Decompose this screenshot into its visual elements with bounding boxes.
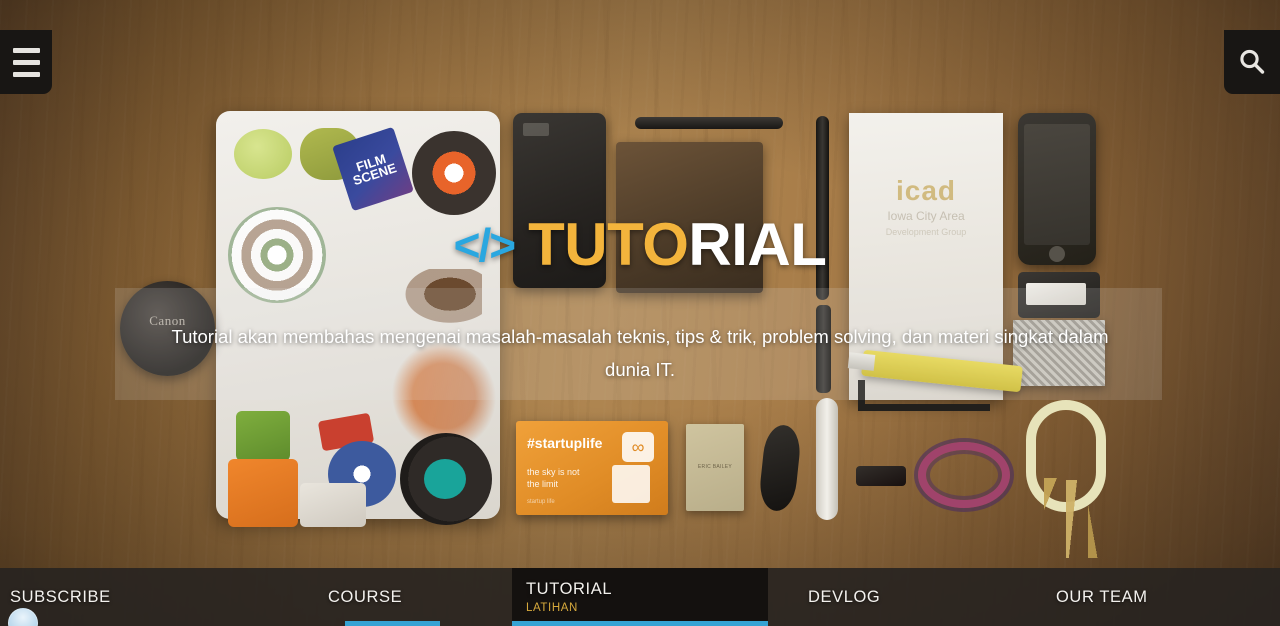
nav-item-tutorial-active-underline: [512, 621, 768, 626]
nav-item-course[interactable]: COURSE: [260, 568, 512, 626]
hero-title-white: RIAL: [688, 211, 827, 278]
hero-title: </> TUTORIAL: [0, 215, 1280, 275]
photo-sticker-gear: [412, 131, 496, 215]
photo-startup-card-logo: [622, 432, 654, 462]
photo-mini-notebook: ERIC BAILEY: [686, 424, 744, 511]
photo-sticker-teal-circle: [400, 433, 492, 525]
hamburger-menu-icon-bar-1: [12, 47, 40, 53]
page-root: FILM SCENE Canon icad Iowa City Area Dev…: [0, 0, 1280, 626]
photo-usb-drive: [856, 466, 906, 486]
hero-description: Tutorial akan membahas mengenai masalah-…: [171, 326, 1109, 380]
photo-sticker-white-card: [300, 483, 366, 527]
nav-item-course-underline: [345, 621, 440, 626]
nav-item-subscribe[interactable]: SUBSCRIBE: [0, 568, 260, 626]
search-button[interactable]: [1224, 30, 1280, 94]
social-bubble-icon[interactable]: [8, 608, 38, 626]
nav-item-tutorial-label: TUTORIAL: [526, 580, 613, 598]
photo-sticker-green-square: [236, 411, 290, 461]
photo-startup-card-fineprint: startup life: [527, 499, 555, 505]
bottom-navigation: SUBSCRIBE COURSE TUTORIAL LATIHAN DEVLOG…: [0, 568, 1280, 626]
photo-keys: [1036, 478, 1132, 558]
hamburger-menu-button[interactable]: [0, 30, 52, 94]
photo-allen-key: [858, 380, 990, 411]
photo-startup-card-tagline: the sky is not the limit: [527, 467, 580, 489]
nav-item-course-label: COURSE: [328, 587, 403, 606]
photo-notebook-logo: icad: [895, 175, 957, 206]
nav-item-devlog[interactable]: DEVLOG: [768, 568, 1014, 626]
hero-title-amber: TUTO: [528, 211, 689, 278]
photo-startup-card: #startuplife the sky is not the limit sta…: [516, 421, 668, 515]
nav-item-devlog-label: DEVLOG: [808, 587, 881, 606]
photo-marker-pen: [635, 117, 783, 129]
nav-item-tutorial-sublabel: LATIHAN: [526, 602, 578, 614]
nav-item-our-team-label: OUR TEAM: [1056, 587, 1148, 606]
nav-item-tutorial[interactable]: TUTORIAL LATIHAN: [512, 568, 768, 626]
photo-sticker-round-green: [234, 129, 292, 179]
photo-sticker-orange-square: [228, 459, 298, 527]
hamburger-menu-icon-bar-3: [12, 71, 40, 77]
photo-white-stylus: [816, 398, 838, 520]
photo-startup-card-hashtag: #startuplife: [527, 435, 603, 451]
code-brackets-icon: </>: [453, 219, 516, 271]
nav-item-our-team[interactable]: OUR TEAM: [1014, 568, 1280, 626]
search-icon: [1240, 49, 1265, 74]
nav-item-subscribe-label: SUBSCRIBE: [10, 587, 111, 606]
photo-startup-card-square: [612, 465, 650, 503]
photo-cable-coil: [918, 442, 1010, 508]
photo-mini-notebook-label: ERIC BAILEY: [697, 464, 733, 470]
hamburger-menu-icon-bar-2: [12, 59, 40, 65]
